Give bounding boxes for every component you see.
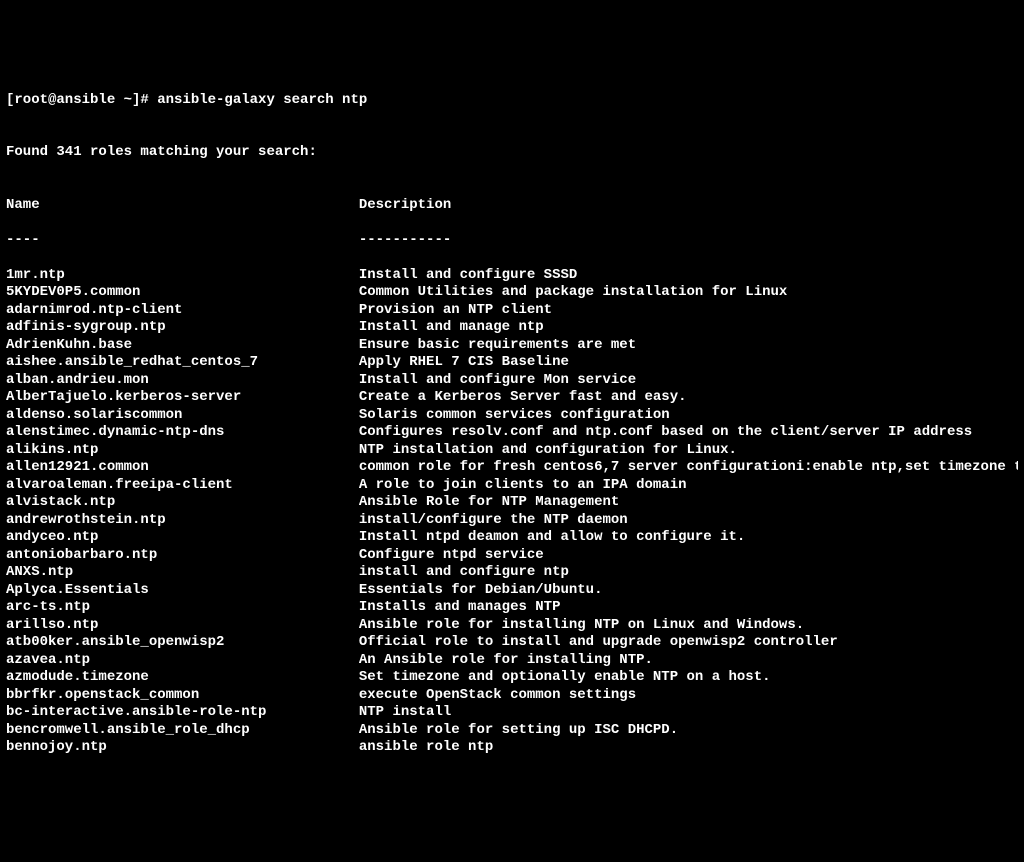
result-row: alenstimec.dynamic-ntp-dnsConfigures res… — [6, 424, 1018, 442]
role-description: Install and manage ntp — [359, 319, 1018, 337]
role-description: Configure ntpd service — [359, 547, 1018, 565]
role-name: adarnimrod.ntp-client — [6, 302, 359, 320]
role-name: allen12921.common — [6, 459, 359, 477]
role-description: NTP install — [359, 704, 1018, 722]
result-row: arillso.ntpAnsible role for installing N… — [6, 617, 1018, 635]
result-row: allen12921.commoncommon role for fresh c… — [6, 459, 1018, 477]
role-name: bc-interactive.ansible-role-ntp — [6, 704, 359, 722]
role-name: andyceo.ntp — [6, 529, 359, 547]
result-row: andrewrothstein.ntpinstall/configure the… — [6, 512, 1018, 530]
role-name: arillso.ntp — [6, 617, 359, 635]
found-line: Found 341 roles matching your search: — [6, 144, 1018, 162]
role-description: Solaris common services configuration — [359, 407, 1018, 425]
role-name: alikins.ntp — [6, 442, 359, 460]
result-row: azmodude.timezoneSet timezone and option… — [6, 669, 1018, 687]
role-description: install and configure ntp — [359, 564, 1018, 582]
role-description: A role to join clients to an IPA domain — [359, 477, 1018, 495]
result-row: ANXS.ntpinstall and configure ntp — [6, 564, 1018, 582]
result-row: andyceo.ntpInstall ntpd deamon and allow… — [6, 529, 1018, 547]
role-description: Install and configure Mon service — [359, 372, 1018, 390]
result-row: aldenso.solariscommonSolaris common serv… — [6, 407, 1018, 425]
role-name: alvaroaleman.freeipa-client — [6, 477, 359, 495]
result-row: atb00ker.ansible_openwisp2Official role … — [6, 634, 1018, 652]
role-description: An Ansible role for installing NTP. — [359, 652, 1018, 670]
role-description: Ansible role for setting up ISC DHCPD. — [359, 722, 1018, 740]
role-name: Aplyca.Essentials — [6, 582, 359, 600]
role-description: Official role to install and upgrade ope… — [359, 634, 1018, 652]
role-name: bencromwell.ansible_role_dhcp — [6, 722, 359, 740]
role-name: aishee.ansible_redhat_centos_7 — [6, 354, 359, 372]
role-description: Ansible role for installing NTP on Linux… — [359, 617, 1018, 635]
role-name: ANXS.ntp — [6, 564, 359, 582]
role-name: arc-ts.ntp — [6, 599, 359, 617]
result-row: AlberTajuelo.kerberos-serverCreate a Ker… — [6, 389, 1018, 407]
terminal-output: [root@ansible ~]# ansible-galaxy search … — [6, 74, 1018, 774]
prompt-line: [root@ansible ~]# ansible-galaxy search … — [6, 92, 1018, 110]
header-name: Name — [6, 197, 359, 215]
result-row: 5KYDEV0P5.commonCommon Utilities and pac… — [6, 284, 1018, 302]
header-description: Description — [359, 197, 1018, 215]
result-row: arc-ts.ntpInstalls and manages NTP — [6, 599, 1018, 617]
result-row: alvistack.ntpAnsible Role for NTP Manage… — [6, 494, 1018, 512]
role-name: bennojoy.ntp — [6, 739, 359, 757]
header-row: NameDescription — [6, 197, 1018, 215]
role-description: NTP installation and configuration for L… — [359, 442, 1018, 460]
role-description: execute OpenStack common settings — [359, 687, 1018, 705]
result-row: adfinis-sygroup.ntpInstall and manage nt… — [6, 319, 1018, 337]
role-description: Configures resolv.conf and ntp.conf base… — [359, 424, 1018, 442]
role-name: antoniobarbaro.ntp — [6, 547, 359, 565]
role-description: Apply RHEL 7 CIS Baseline — [359, 354, 1018, 372]
result-row: AdrienKuhn.baseEnsure basic requirements… — [6, 337, 1018, 355]
role-description: Install ntpd deamon and allow to configu… — [359, 529, 1018, 547]
role-name: alban.andrieu.mon — [6, 372, 359, 390]
result-row: bencromwell.ansible_role_dhcpAnsible rol… — [6, 722, 1018, 740]
role-name: alvistack.ntp — [6, 494, 359, 512]
divider-name: ---- — [6, 232, 359, 250]
result-row: bc-interactive.ansible-role-ntpNTP insta… — [6, 704, 1018, 722]
role-name: 5KYDEV0P5.common — [6, 284, 359, 302]
role-description: Create a Kerberos Server fast and easy. — [359, 389, 1018, 407]
role-name: AlberTajuelo.kerberos-server — [6, 389, 359, 407]
role-name: alenstimec.dynamic-ntp-dns — [6, 424, 359, 442]
role-description: Essentials for Debian/Ubuntu. — [359, 582, 1018, 600]
role-description: install/configure the NTP daemon — [359, 512, 1018, 530]
role-description: Provision an NTP client — [359, 302, 1018, 320]
result-row: bennojoy.ntpansible role ntp — [6, 739, 1018, 757]
role-description: Installs and manages NTP — [359, 599, 1018, 617]
result-row: Aplyca.EssentialsEssentials for Debian/U… — [6, 582, 1018, 600]
result-row: azavea.ntpAn Ansible role for installing… — [6, 652, 1018, 670]
role-description: Common Utilities and package installatio… — [359, 284, 1018, 302]
role-name: andrewrothstein.ntp — [6, 512, 359, 530]
role-name: 1mr.ntp — [6, 267, 359, 285]
role-name: aldenso.solariscommon — [6, 407, 359, 425]
divider-row: --------------- — [6, 232, 1018, 250]
role-description: Set timezone and optionally enable NTP o… — [359, 669, 1018, 687]
result-row: alikins.ntpNTP installation and configur… — [6, 442, 1018, 460]
result-row: bbrfkr.openstack_commonexecute OpenStack… — [6, 687, 1018, 705]
result-row: 1mr.ntpInstall and configure SSSD — [6, 267, 1018, 285]
role-description: Install and configure SSSD — [359, 267, 1018, 285]
role-description: Ansible Role for NTP Management — [359, 494, 1018, 512]
results-list: 1mr.ntpInstall and configure SSSD5KYDEV0… — [6, 267, 1018, 757]
role-description: ansible role ntp — [359, 739, 1018, 757]
result-row: alvaroaleman.freeipa-clientA role to joi… — [6, 477, 1018, 495]
result-row: alban.andrieu.monInstall and configure M… — [6, 372, 1018, 390]
role-name: bbrfkr.openstack_common — [6, 687, 359, 705]
result-row: antoniobarbaro.ntpConfigure ntpd service — [6, 547, 1018, 565]
role-name: AdrienKuhn.base — [6, 337, 359, 355]
divider-description: ----------- — [359, 232, 1018, 250]
role-description: Ensure basic requirements are met — [359, 337, 1018, 355]
result-row: aishee.ansible_redhat_centos_7Apply RHEL… — [6, 354, 1018, 372]
role-name: azmodude.timezone — [6, 669, 359, 687]
role-name: azavea.ntp — [6, 652, 359, 670]
result-row: adarnimrod.ntp-clientProvision an NTP cl… — [6, 302, 1018, 320]
role-name: atb00ker.ansible_openwisp2 — [6, 634, 359, 652]
role-name: adfinis-sygroup.ntp — [6, 319, 359, 337]
role-description: common role for fresh centos6,7 server c… — [359, 459, 1018, 477]
